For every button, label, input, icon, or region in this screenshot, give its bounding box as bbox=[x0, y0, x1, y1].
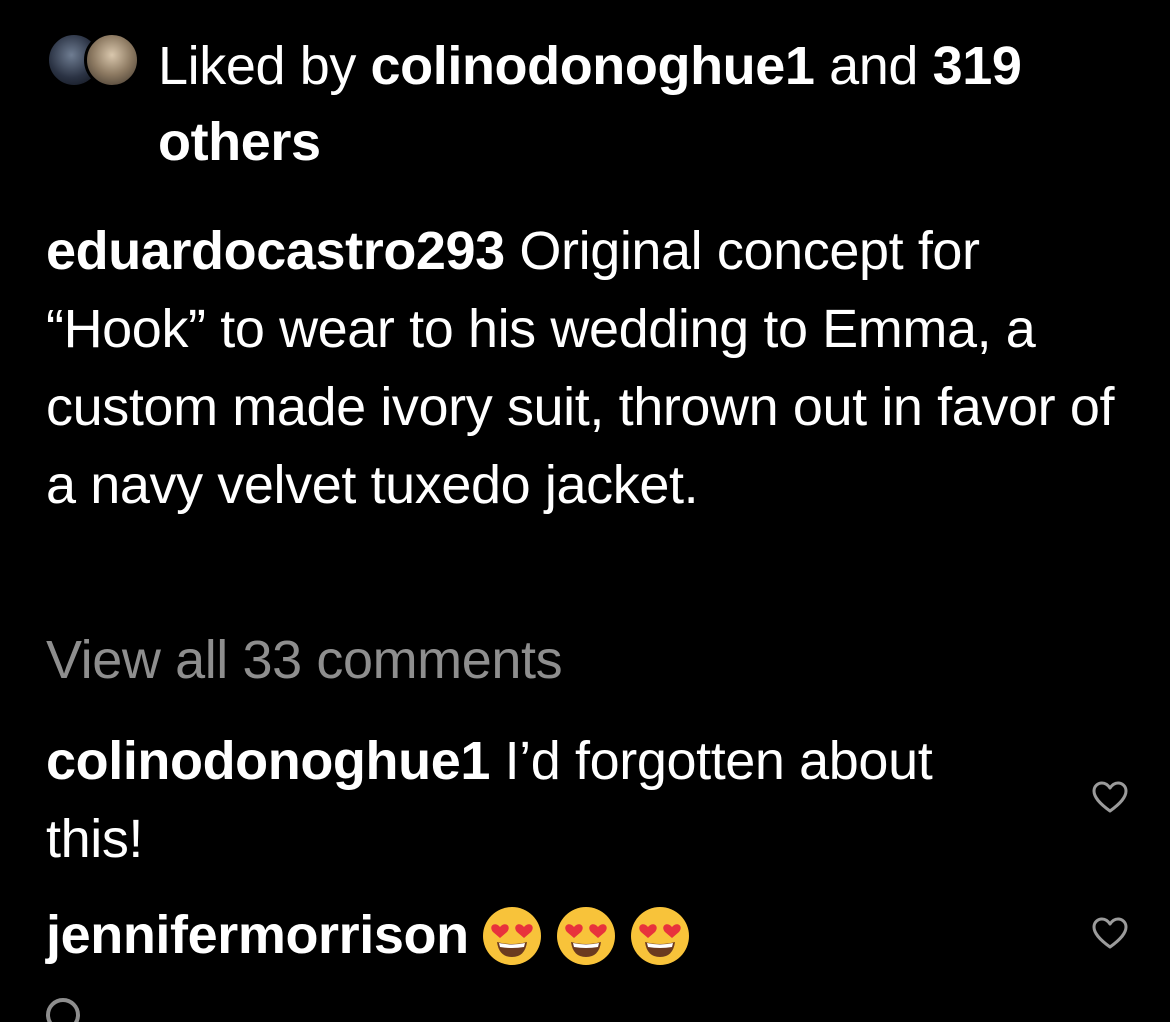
likes-middle: and bbox=[814, 36, 933, 96]
heart-outline-icon[interactable] bbox=[1091, 916, 1129, 950]
emoji-row bbox=[481, 900, 703, 978]
liker-username[interactable]: colinodonoghue1 bbox=[371, 36, 815, 96]
comment-item: jennifermorrison bbox=[46, 896, 1046, 978]
heart-eyes-emoji-icon bbox=[481, 905, 543, 967]
caption-username[interactable]: eduardocastro293 bbox=[46, 221, 505, 281]
avatar bbox=[84, 32, 140, 88]
view-all-comments-link[interactable]: View all 33 comments bbox=[46, 622, 563, 698]
liker-avatars[interactable] bbox=[46, 32, 142, 88]
truncated-glyph bbox=[46, 998, 80, 1022]
likes-prefix: Liked by bbox=[158, 36, 371, 96]
heart-eyes-emoji-icon bbox=[629, 905, 691, 967]
likes-summary[interactable]: Liked by colinodonoghue1 and 319 others bbox=[158, 28, 1118, 180]
heart-outline-icon[interactable] bbox=[1091, 780, 1129, 814]
heart-eyes-emoji-icon bbox=[555, 905, 617, 967]
post-caption: eduardocastro293 Original concept for “H… bbox=[46, 212, 1136, 524]
comment-item: colinodonoghue1 I’d forgotten about this… bbox=[46, 722, 976, 878]
truncated-timestamp bbox=[46, 992, 86, 1022]
comment-username[interactable]: colinodonoghue1 bbox=[46, 731, 490, 791]
comment-username[interactable]: jennifermorrison bbox=[46, 905, 469, 965]
